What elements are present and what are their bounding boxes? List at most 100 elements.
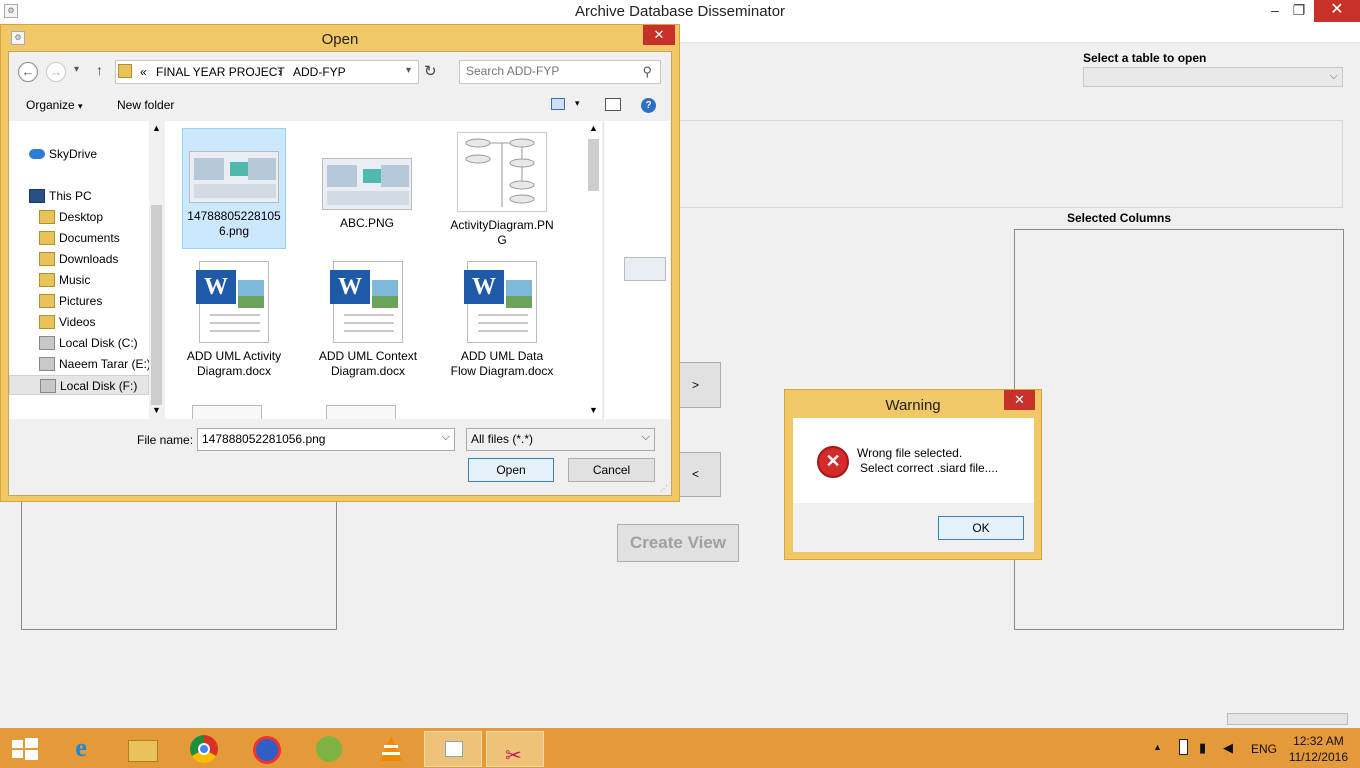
view-chevron-icon[interactable]: ▾ xyxy=(575,98,580,109)
nav-item-local-disk-f[interactable]: Local Disk (F:) xyxy=(9,375,149,395)
back-arrow-icon[interactable]: ← xyxy=(18,62,38,82)
file-name-label: ABC.PNG xyxy=(339,216,394,230)
scroll-thumb[interactable] xyxy=(588,139,599,191)
folder-icon xyxy=(39,315,55,329)
nav-pane-scrollbar[interactable]: ▲ ▼ xyxy=(149,121,164,419)
available-columns-list[interactable] xyxy=(21,495,337,630)
image-thumbnail xyxy=(189,151,279,203)
table-select[interactable]: ⌵ xyxy=(1083,67,1343,87)
word-document-icon[interactable] xyxy=(326,405,396,419)
open-button[interactable]: Open xyxy=(468,458,554,482)
warning-message-line2: Select correct .siard file.... xyxy=(860,461,999,475)
scroll-down-icon[interactable]: ▼ xyxy=(589,405,598,415)
clock[interactable]: 12:32 AM 11/12/2016 xyxy=(1289,733,1348,765)
refresh-icon[interactable]: ↻ xyxy=(424,62,437,80)
scroll-thumb[interactable] xyxy=(151,205,162,405)
folder-icon xyxy=(39,294,55,308)
folder-icon xyxy=(39,273,55,287)
file-list-scrollbar[interactable]: ▲ ▼ xyxy=(585,121,602,419)
word-document-icon: W xyxy=(330,261,403,343)
battery-icon[interactable] xyxy=(1179,739,1188,755)
vlc-icon[interactable] xyxy=(362,731,420,767)
open-dialog-close-button[interactable]: ✕ xyxy=(643,25,675,45)
open-dialog-title: Open xyxy=(321,31,359,48)
search-input[interactable] xyxy=(466,64,636,78)
organize-menu[interactable]: Organize ▾ xyxy=(26,98,83,112)
close-button[interactable]: ✕ xyxy=(1314,0,1360,22)
file-name-field[interactable]: 147888052281056.png ⌵ xyxy=(197,428,455,451)
warning-message-line1: Wrong file selected. xyxy=(857,446,963,460)
file-type-value: All files (*.*) xyxy=(471,432,534,446)
activity-diagram-icon xyxy=(465,138,535,207)
breadcrumb-final-year-project[interactable]: FINAL YEAR PROJECT xyxy=(156,65,285,79)
resize-grip-icon[interactable]: ⋰ xyxy=(660,484,668,493)
drive-icon xyxy=(40,379,56,393)
scroll-up-icon[interactable]: ▲ xyxy=(589,123,598,133)
selected-columns-list[interactable] xyxy=(1014,229,1344,630)
folder-icon xyxy=(39,210,55,224)
forward-arrow-icon[interactable]: → xyxy=(46,62,66,82)
cancel-button[interactable]: Cancel xyxy=(568,458,655,482)
preview-pane xyxy=(603,121,670,419)
computer-icon xyxy=(29,189,45,203)
error-icon: ✕ xyxy=(817,446,849,478)
file-item-add-uml-context-diagram-docx[interactable]: W ADD UML Context Diagram.docx xyxy=(316,261,420,396)
file-item-add-uml-data-flow-diagram-docx[interactable]: W ADD UML Data Flow Diagram.docx xyxy=(450,261,554,396)
drive-icon xyxy=(39,336,55,350)
snipping-tool-icon[interactable]: ✂ xyxy=(486,731,544,767)
chevron-down-icon[interactable]: ▾ xyxy=(406,65,411,76)
language-indicator[interactable]: ENG xyxy=(1251,742,1277,756)
windows-start-icon[interactable] xyxy=(12,738,38,760)
create-view-button[interactable]: Create View xyxy=(617,524,739,562)
restore-button[interactable]: ❐ xyxy=(1286,0,1312,22)
recent-locations-chevron-icon[interactable]: ▾ xyxy=(74,64,79,75)
warning-dialog-close-button[interactable]: ✕ xyxy=(1004,390,1035,410)
app-title-bar: ⚙ Archive Database Disseminator – ❐ ✕ xyxy=(0,0,1360,24)
file-explorer-icon[interactable] xyxy=(114,731,172,767)
search-icon[interactable]: ⚲ xyxy=(642,64,652,80)
word-document-icon[interactable] xyxy=(192,405,262,419)
show-hidden-icons-icon[interactable]: ▲ xyxy=(1153,742,1162,752)
browser-app-icon[interactable] xyxy=(238,731,296,767)
file-name-label: ADD UML Data Flow Diagram.docx xyxy=(450,349,554,378)
file-name-label: ADD UML Context Diagram.docx xyxy=(318,349,418,378)
image-thumbnail xyxy=(322,158,412,210)
volume-icon[interactable]: ◀ xyxy=(1223,740,1233,756)
file-list-pane: 147888052281056.png ABC.PNG ActivityDiag… xyxy=(165,121,585,419)
folder-icon xyxy=(39,252,55,266)
view-options-icon[interactable] xyxy=(551,98,565,110)
navigation-pane: SkyDrive This PC Desktop Documents Downl… xyxy=(9,121,164,419)
scroll-down-icon[interactable]: ▼ xyxy=(152,405,161,415)
archive-app-taskbar-icon[interactable] xyxy=(424,731,482,767)
drive-icon xyxy=(39,357,55,371)
signal-icon[interactable]: ▮ xyxy=(1199,740,1206,756)
file-name-value: 147888052281056.png xyxy=(202,432,326,446)
new-folder-button[interactable]: New folder xyxy=(117,98,174,112)
file-name-label: ActivityDiagram.PNG xyxy=(450,218,554,247)
selected-columns-label: Selected Columns xyxy=(1067,211,1172,225)
ok-button[interactable]: OK xyxy=(938,516,1024,540)
help-icon[interactable]: ? xyxy=(641,98,656,113)
android-studio-icon[interactable] xyxy=(300,731,358,767)
breadcrumb-overflow[interactable]: « xyxy=(140,65,147,79)
file-item-147888052281056-png[interactable]: 147888052281056.png xyxy=(182,128,286,249)
minimize-button[interactable]: – xyxy=(1262,0,1288,22)
organize-label: Organize xyxy=(26,98,75,112)
breadcrumb-add-fyp[interactable]: ADD-FYP xyxy=(293,65,346,79)
chevron-down-icon: ⌵ xyxy=(1329,70,1338,82)
internet-explorer-icon[interactable]: e xyxy=(52,731,110,767)
address-bar[interactable]: « FINAL YEAR PROJECT › ADD-FYP ▾ xyxy=(115,60,419,84)
file-type-select[interactable]: All files (*.*) ⌵ xyxy=(466,428,655,451)
file-item-abc-png[interactable]: ABC.PNG xyxy=(315,128,419,249)
preview-pane-icon[interactable] xyxy=(605,98,621,111)
chrome-icon[interactable] xyxy=(176,731,234,767)
search-box[interactable]: ⚲ xyxy=(459,60,661,84)
file-item-activitydiagram-png[interactable]: ActivityDiagram.PNG xyxy=(450,128,554,249)
up-arrow-icon[interactable]: ↑ xyxy=(96,62,103,78)
scroll-up-icon[interactable]: ▲ xyxy=(152,123,161,133)
file-item-add-uml-activity-diagram-docx[interactable]: W ADD UML Activity Diagram.docx xyxy=(182,261,286,396)
chevron-down-icon: ⌵ xyxy=(641,431,650,443)
chevron-down-icon[interactable]: ⌵ xyxy=(442,431,450,444)
clock-date: 11/12/2016 xyxy=(1288,750,1348,764)
word-document-icon: W xyxy=(196,261,269,343)
